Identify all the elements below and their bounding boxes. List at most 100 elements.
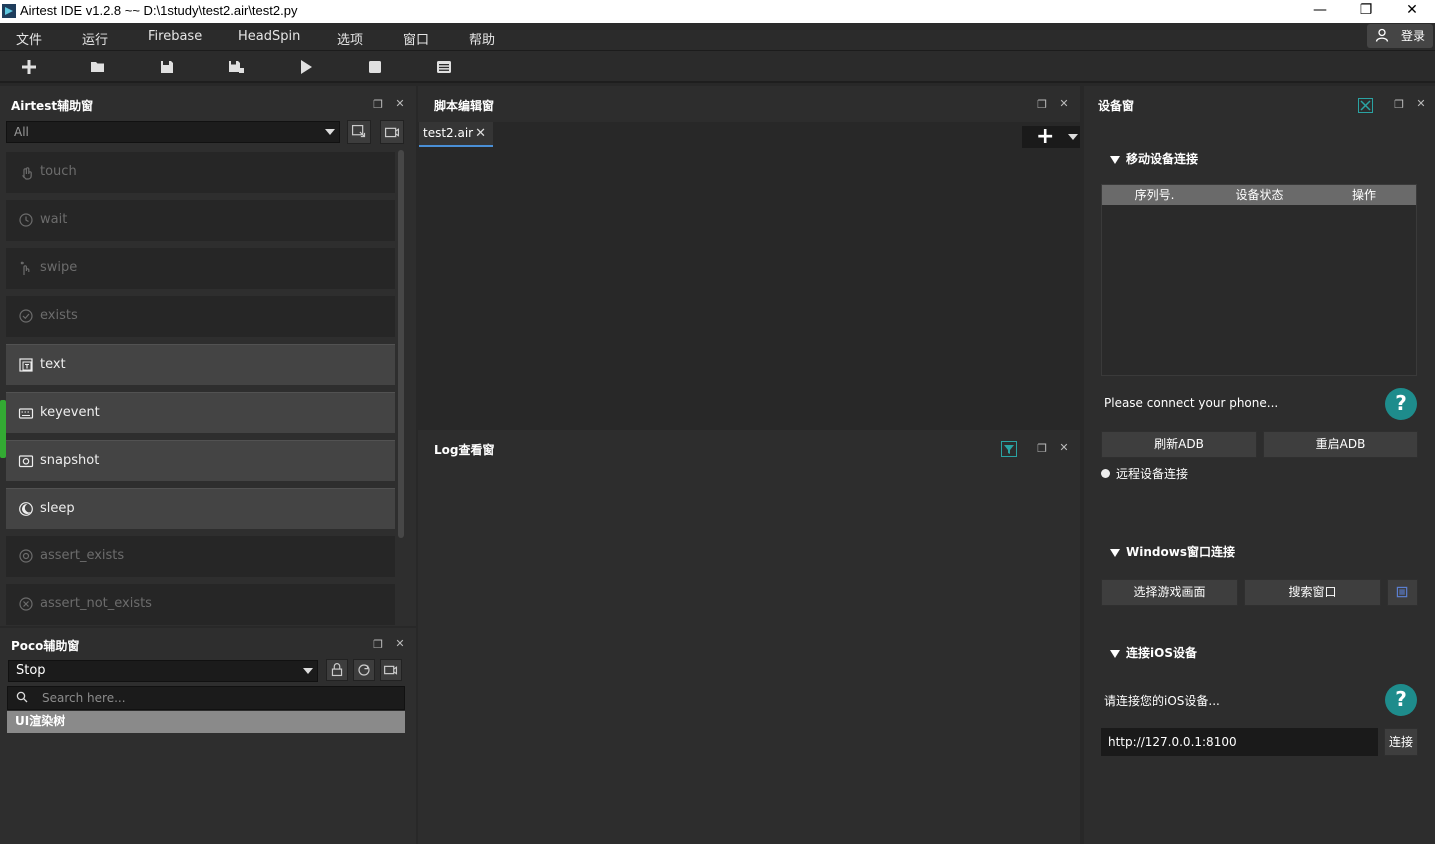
login-button[interactable]: 登录 bbox=[1367, 24, 1433, 48]
windows-section-title: Windows窗口连接 bbox=[1126, 545, 1235, 559]
connect-phone-status: Please connect your phone... bbox=[1104, 396, 1279, 410]
airtest-action-text[interactable]: text bbox=[6, 344, 395, 385]
airtest-filter-select[interactable]: All bbox=[6, 121, 340, 143]
tab-close-icon[interactable]: ✕ bbox=[475, 122, 486, 145]
airtest-action-keyevent[interactable]: keyevent bbox=[6, 392, 395, 433]
title-bar: Airtest IDE v1.2.8 ~~ D:\1study\test2.ai… bbox=[0, 0, 1435, 23]
action-label: assert_exists bbox=[40, 548, 125, 563]
ios-help-icon[interactable]: ? bbox=[1385, 684, 1417, 716]
mobile-section-header[interactable]: 移动设备连接 bbox=[1110, 150, 1198, 167]
poco-close-button[interactable]: ✕ bbox=[394, 638, 406, 650]
action-label: assert_not_exists bbox=[40, 596, 152, 611]
script-editor-panel[interactable] bbox=[418, 86, 1080, 423]
airtest-action-sleep[interactable]: sleep bbox=[6, 488, 395, 529]
run-icon[interactable] bbox=[297, 58, 315, 76]
device-panel-title: 设备窗 bbox=[1098, 99, 1135, 113]
filter-icon[interactable] bbox=[1001, 441, 1017, 457]
user-icon bbox=[1375, 28, 1389, 42]
action-label: sleep bbox=[40, 501, 75, 516]
remote-device-toggle[interactable]: 远程设备连接 bbox=[1101, 465, 1188, 482]
ios-section-header[interactable]: 连接iOS设备 bbox=[1110, 644, 1197, 661]
log-float-button[interactable]: ❐ bbox=[1036, 443, 1048, 455]
open-folder-icon[interactable] bbox=[89, 58, 107, 76]
auto-record-button[interactable] bbox=[380, 120, 404, 144]
log-close-button[interactable]: ✕ bbox=[1058, 442, 1070, 454]
script-close-button[interactable]: ✕ bbox=[1058, 98, 1070, 110]
menu-options[interactable]: 选项 bbox=[337, 29, 363, 48]
screen-record-icon bbox=[351, 124, 366, 138]
toolbar bbox=[0, 51, 1435, 83]
poco-search-placeholder: Search here... bbox=[42, 691, 126, 705]
check-circle-icon bbox=[19, 309, 33, 323]
device-float-button[interactable]: ❐ bbox=[1393, 99, 1405, 111]
lock-button[interactable] bbox=[326, 659, 348, 681]
camera-record-icon bbox=[384, 127, 400, 138]
search-window-button[interactable]: 搜索窗口 bbox=[1244, 579, 1381, 606]
tools-icon[interactable] bbox=[1358, 98, 1373, 113]
moon-icon bbox=[19, 502, 33, 516]
stop-icon[interactable] bbox=[366, 58, 384, 76]
camera-record-icon bbox=[384, 665, 398, 675]
new-file-icon[interactable] bbox=[20, 58, 38, 76]
window-title: Airtest IDE v1.2.8 ~~ D:\1study\test2.ai… bbox=[20, 3, 298, 18]
chevron-down-icon[interactable] bbox=[1068, 134, 1078, 140]
window-embed-button[interactable] bbox=[1387, 579, 1418, 606]
clock-icon bbox=[19, 213, 33, 227]
script-float-button[interactable]: ❐ bbox=[1036, 99, 1048, 111]
airtest-panel-title: Airtest辅助窗 bbox=[11, 99, 94, 113]
airtest-action-snapshot[interactable]: snapshot bbox=[6, 440, 395, 481]
mobile-help-icon[interactable]: ? bbox=[1385, 388, 1417, 420]
menu-help[interactable]: 帮助 bbox=[469, 29, 495, 48]
bullet-icon bbox=[1101, 469, 1110, 478]
poco-search-input[interactable]: Search here... bbox=[7, 686, 405, 710]
airtest-action-swipe[interactable]: swipe bbox=[6, 248, 395, 289]
ios-connect-button[interactable]: 连接 bbox=[1384, 728, 1418, 756]
refresh-tree-button[interactable] bbox=[353, 659, 375, 681]
collapse-triangle-icon bbox=[1110, 548, 1120, 557]
tab-test2-air[interactable]: test2.air ✕ bbox=[419, 122, 493, 147]
menu-headspin[interactable]: HeadSpin bbox=[238, 29, 300, 44]
airtest-action-assert-exists[interactable]: assert_exists bbox=[6, 536, 395, 577]
airtest-action-assert-not-exists[interactable]: assert_not_exists bbox=[6, 584, 395, 625]
airtest-filter-value: All bbox=[14, 125, 29, 139]
minimize-button[interactable]: — bbox=[1297, 0, 1343, 23]
save-as-icon[interactable] bbox=[227, 58, 245, 76]
menu-run[interactable]: 运行 bbox=[82, 29, 108, 48]
add-tab-button[interactable]: + bbox=[1022, 124, 1080, 149]
maximize-button[interactable]: ❐ bbox=[1343, 0, 1389, 23]
close-window-button[interactable]: ✕ bbox=[1389, 0, 1435, 23]
keyboard-icon bbox=[18, 408, 34, 419]
airtest-action-wait[interactable]: wait bbox=[6, 200, 395, 241]
poco-record-button[interactable] bbox=[380, 659, 402, 681]
poco-mode-select[interactable]: Stop bbox=[8, 660, 318, 682]
record-screen-button[interactable] bbox=[347, 120, 371, 144]
menu-firebase[interactable]: Firebase bbox=[148, 29, 202, 44]
airtest-close-button[interactable]: ✕ bbox=[394, 98, 406, 110]
airtest-logo-icon bbox=[2, 4, 16, 18]
plus-icon: + bbox=[1036, 124, 1055, 149]
refresh-adb-button[interactable]: 刷新ADB bbox=[1101, 431, 1257, 458]
menu-file[interactable]: 文件 bbox=[16, 29, 42, 48]
menu-window[interactable]: 窗口 bbox=[403, 29, 429, 48]
windows-section-header[interactable]: Windows窗口连接 bbox=[1110, 543, 1235, 560]
chevron-down-icon bbox=[303, 668, 313, 674]
airtest-float-button[interactable]: ❐ bbox=[372, 99, 384, 111]
device-close-button[interactable]: ✕ bbox=[1415, 98, 1427, 110]
side-indicator bbox=[0, 400, 6, 458]
x-circle-icon bbox=[19, 597, 33, 611]
save-icon[interactable] bbox=[158, 58, 176, 76]
airtest-scrollbar[interactable] bbox=[398, 150, 404, 538]
log-list-icon[interactable] bbox=[435, 58, 453, 76]
airtest-action-exists[interactable]: exists bbox=[6, 296, 395, 337]
poco-float-button[interactable]: ❐ bbox=[372, 639, 384, 651]
column-actions: 操作 bbox=[1312, 185, 1416, 205]
remote-device-label: 远程设备连接 bbox=[1116, 467, 1189, 481]
ui-tree-root[interactable]: UI渲染树 bbox=[7, 711, 405, 733]
select-game-screen-button[interactable]: 选择游戏画面 bbox=[1101, 579, 1238, 606]
target-icon bbox=[19, 549, 33, 563]
ios-url-input[interactable]: http://127.0.0.1:8100 bbox=[1101, 728, 1378, 756]
script-panel-title: 脚本编辑窗 bbox=[434, 99, 495, 113]
restart-adb-button[interactable]: 重启ADB bbox=[1263, 431, 1418, 458]
action-label: text bbox=[40, 357, 66, 372]
airtest-action-touch[interactable]: touch bbox=[6, 152, 395, 193]
